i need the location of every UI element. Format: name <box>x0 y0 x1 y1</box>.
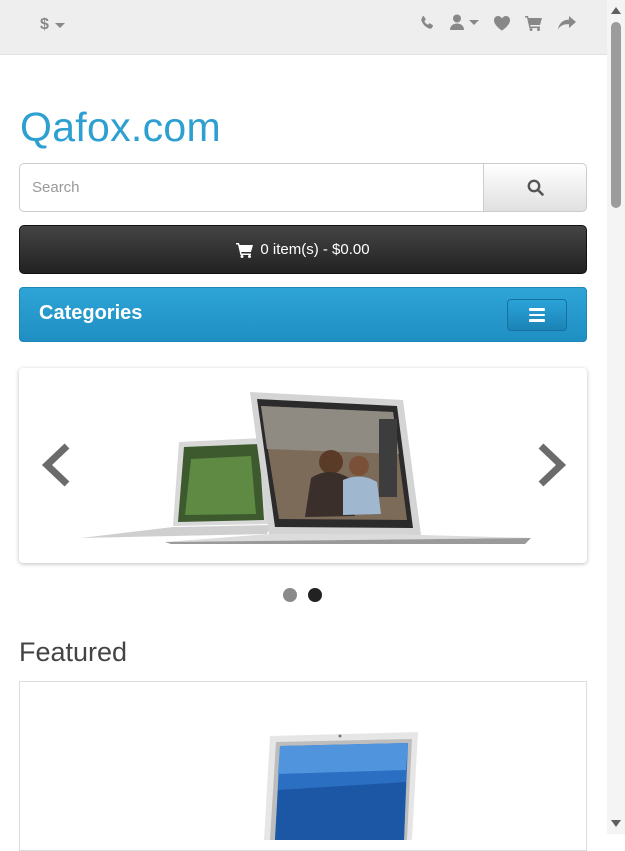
categories-title: Categories <box>39 302 143 324</box>
top-links <box>419 14 577 31</box>
chevron-left-icon[interactable] <box>39 441 73 489</box>
site-logo[interactable]: Qafox.com <box>20 104 221 151</box>
scrollbar-thumb[interactable] <box>611 22 621 208</box>
slide-laptop-image <box>81 392 531 544</box>
categories-menu: Categories <box>19 287 587 342</box>
product-image[interactable] <box>260 730 420 840</box>
slide-dot-2[interactable] <box>308 588 322 602</box>
top-bar: $ <box>0 0 607 55</box>
currency-symbol: $ <box>40 16 49 33</box>
cart-icon <box>236 242 254 258</box>
phone-icon[interactable] <box>419 15 435 31</box>
share-icon[interactable] <box>557 15 577 31</box>
scrollbar[interactable] <box>607 0 625 834</box>
scroll-up-icon[interactable] <box>611 7 621 14</box>
search-input[interactable] <box>19 163 483 212</box>
chevron-down-icon <box>54 22 65 28</box>
cart-total-label: 0 item(s) - $0.00 <box>260 241 370 258</box>
user-icon <box>450 14 464 30</box>
slideshow-pagination <box>283 588 322 602</box>
currency-dropdown[interactable]: $ <box>40 13 65 37</box>
slideshow <box>19 368 587 563</box>
slide-dot-1[interactable] <box>283 588 297 602</box>
search-bar <box>19 163 587 212</box>
featured-heading: Featured <box>19 637 128 667</box>
cart-button[interactable]: 0 item(s) - $0.00 <box>19 225 587 274</box>
chevron-right-icon[interactable] <box>535 441 569 489</box>
chevron-down-icon <box>469 20 479 25</box>
cart-icon[interactable] <box>525 15 543 31</box>
product-card[interactable] <box>19 681 587 851</box>
search-icon <box>527 179 544 196</box>
search-button[interactable] <box>483 163 587 212</box>
scroll-down-icon[interactable] <box>611 820 621 827</box>
account-dropdown[interactable] <box>449 14 479 31</box>
heart-icon[interactable] <box>493 15 511 31</box>
menu-toggle-button[interactable] <box>507 299 567 331</box>
hamburger-icon <box>529 308 545 311</box>
